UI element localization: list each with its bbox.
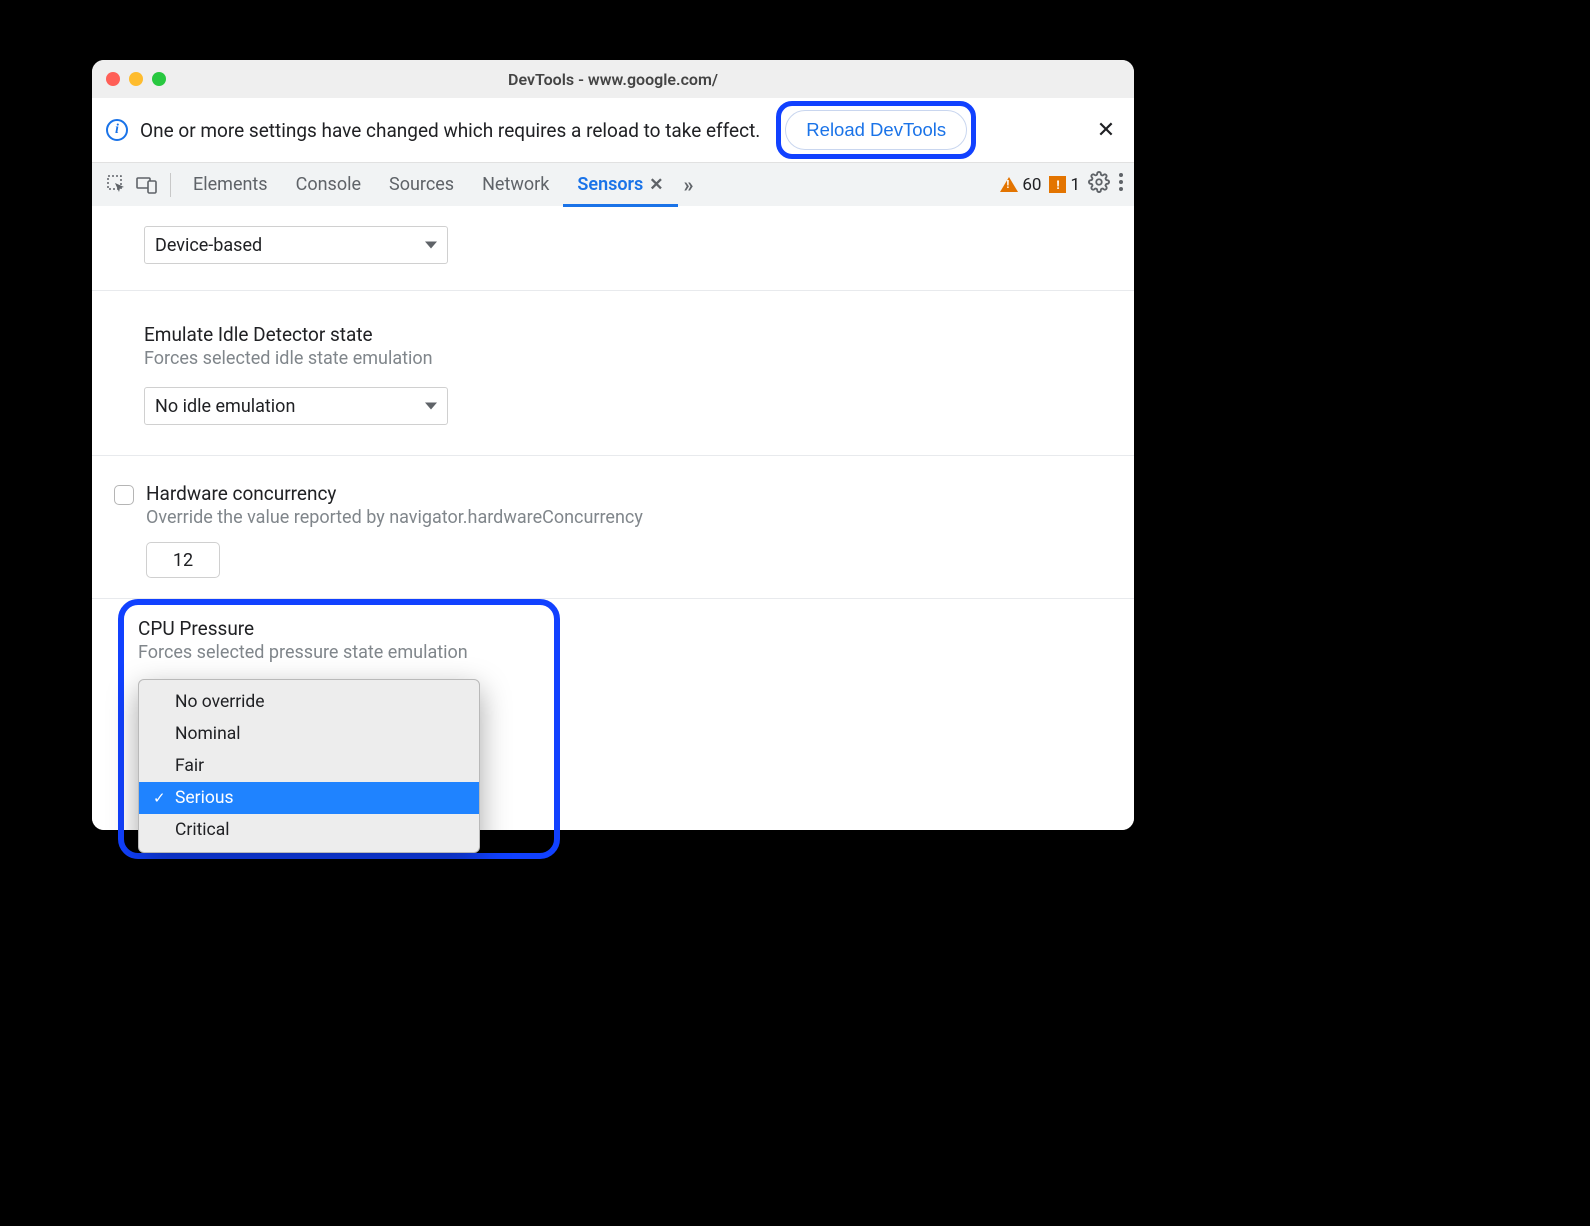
tab-console[interactable]: Console: [282, 163, 375, 207]
sensors-panel: Device-based Emulate Idle Detector state…: [92, 206, 1134, 830]
toolbar-separator: [170, 173, 171, 197]
dismiss-banner-button[interactable]: ✕: [1092, 116, 1120, 144]
cpu-option-fair[interactable]: Fair: [139, 750, 479, 782]
hw-desc: Override the value reported by navigator…: [146, 507, 643, 528]
cpu-option-critical[interactable]: Critical: [139, 814, 479, 846]
hardware-concurrency-input[interactable]: 12: [146, 542, 220, 578]
cpu-label: CPU Pressure: [138, 617, 540, 640]
idle-detector-section: Emulate Idle Detector state Forces selec…: [92, 290, 1134, 455]
hardware-concurrency-section: Hardware concurrency Override the value …: [92, 455, 1134, 598]
cpu-pressure-highlight: CPU Pressure Forces selected pressure st…: [118, 599, 560, 859]
inspect-element-icon[interactable]: [102, 170, 132, 200]
cpu-option-serious[interactable]: Serious: [139, 782, 479, 814]
toolbar-right: 60 ! 1: [1000, 171, 1124, 198]
cpu-option-no-override[interactable]: No override: [139, 686, 479, 718]
close-tab-icon[interactable]: ✕: [649, 175, 663, 195]
tab-network[interactable]: Network: [468, 163, 563, 207]
info-icon: i: [106, 119, 128, 141]
hw-body: Hardware concurrency Override the value …: [146, 482, 643, 578]
orientation-select[interactable]: Device-based: [144, 226, 448, 264]
idle-label: Emulate Idle Detector state: [144, 323, 1112, 346]
issues-badge[interactable]: ! 1: [1049, 175, 1080, 195]
window-titlebar: DevTools - www.google.com/: [92, 60, 1134, 98]
devtools-window: DevTools - www.google.com/ i One or more…: [92, 60, 1134, 830]
tab-sensors[interactable]: Sensors ✕: [563, 163, 677, 207]
reload-banner: i One or more settings have changed whic…: [92, 98, 1134, 162]
hw-value: 12: [173, 550, 193, 571]
orientation-select-value: Device-based: [155, 235, 262, 256]
cpu-desc: Forces selected pressure state emulation: [138, 642, 540, 663]
window-title: DevTools - www.google.com/: [92, 70, 1134, 89]
settings-icon[interactable]: [1088, 171, 1110, 198]
device-toolbar-icon[interactable]: [132, 170, 162, 200]
idle-select[interactable]: No idle emulation: [144, 387, 448, 425]
devtools-toolbar: Elements Console Sources Network Sensors…: [92, 162, 1134, 206]
tab-sensors-label: Sensors: [577, 174, 643, 195]
more-tabs-icon[interactable]: »: [678, 173, 700, 197]
reload-highlight: Reload DevTools: [776, 101, 976, 159]
reload-devtools-button[interactable]: Reload DevTools: [785, 110, 967, 150]
hardware-concurrency-checkbox[interactable]: [114, 485, 134, 505]
more-options-icon[interactable]: [1118, 172, 1124, 197]
issue-icon: !: [1049, 176, 1066, 193]
cpu-pressure-dropdown[interactable]: No override Nominal Fair Serious Critica…: [138, 679, 480, 853]
tab-elements[interactable]: Elements: [179, 163, 282, 207]
chevron-down-icon: [425, 403, 437, 410]
reload-banner-text: One or more settings have changed which …: [140, 119, 760, 142]
chevron-down-icon: [425, 242, 437, 249]
idle-desc: Forces selected idle state emulation: [144, 348, 1112, 369]
orientation-section: Device-based: [92, 206, 1134, 290]
warnings-badge[interactable]: 60: [1000, 175, 1041, 195]
cpu-option-nominal[interactable]: Nominal: [139, 718, 479, 750]
warnings-count: 60: [1022, 175, 1041, 195]
idle-select-value: No idle emulation: [155, 396, 295, 417]
tab-sources[interactable]: Sources: [375, 163, 468, 207]
cpu-pressure-section: CPU Pressure Forces selected pressure st…: [92, 598, 1134, 859]
hw-label: Hardware concurrency: [146, 482, 643, 505]
warning-icon: [1000, 177, 1018, 192]
issues-count: 1: [1070, 175, 1080, 195]
